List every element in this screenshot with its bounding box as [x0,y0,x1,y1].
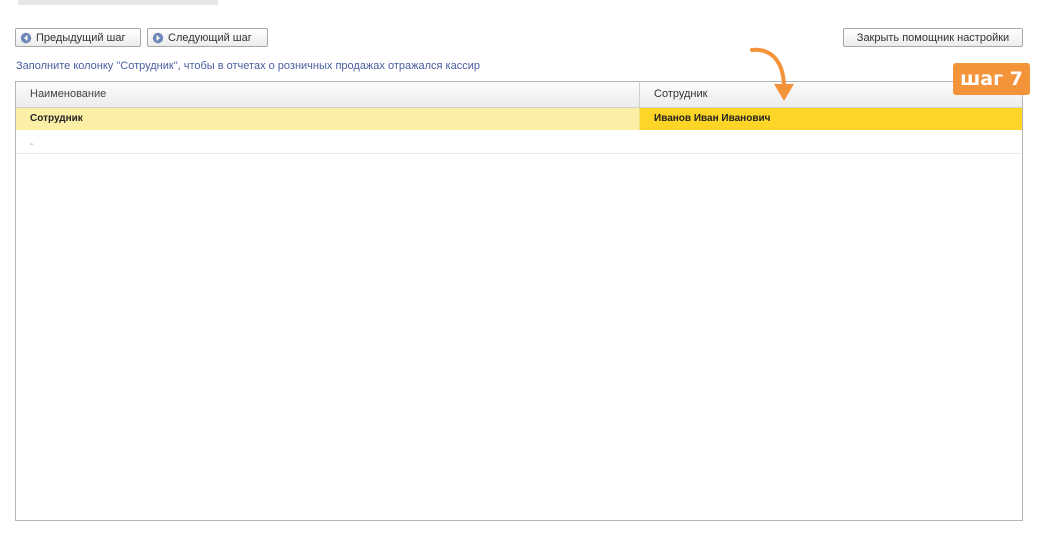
previous-step-button[interactable]: Предыдущий шаг [15,28,141,47]
table-row[interactable]: - [16,131,1022,154]
close-wizard-button[interactable]: Закрыть помощник настройки [843,28,1023,47]
window-top-edge [18,0,218,5]
column-header-name[interactable]: Наименование [16,82,640,107]
curved-arrow-icon [750,47,794,101]
cell-employee[interactable]: Иванов Иван Иванович [640,108,1022,130]
table-row[interactable]: Сотрудник Иванов Иван Иванович [16,108,1022,130]
next-step-button[interactable]: Следующий шаг [147,28,268,47]
step-badge: шаг 7 [953,63,1030,95]
next-step-label: Следующий шаг [168,31,252,44]
hint-text: Заполните колонку "Сотрудник", чтобы в о… [16,60,480,72]
arrow-right-icon [152,32,164,44]
cell-name[interactable]: Сотрудник [16,108,640,130]
arrow-left-icon [20,32,32,44]
cell-name: - [30,139,34,150]
close-wizard-label: Закрыть помощник настройки [856,31,1010,44]
previous-step-label: Предыдущий шаг [36,31,126,44]
table-header: Наименование Сотрудник [16,82,1022,108]
employee-table[interactable]: Наименование Сотрудник Сотрудник Иванов … [15,81,1023,521]
